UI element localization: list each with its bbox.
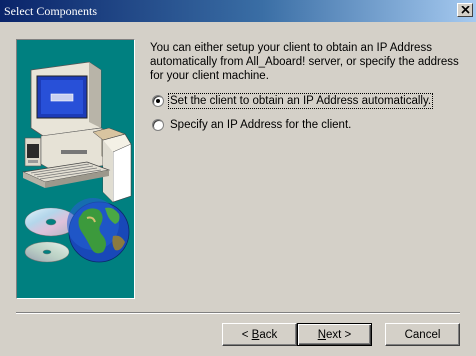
footer-separator [16,312,460,314]
next-button[interactable]: Next > [297,323,372,346]
radio-automatic[interactable] [152,95,164,107]
close-button[interactable] [457,3,473,17]
instruction-text: You can either setup your client to obta… [150,42,459,82]
next-mnemonic: N [317,328,327,341]
window-title: Select Components [4,4,97,18]
computer-globe-illustration [21,61,132,263]
globe-icon [67,198,130,263]
option-specify[interactable]: Specify an IP Address for the client. [152,117,352,133]
select-components-dialog: Select Components You can either setup y… [0,0,476,356]
cancel-button[interactable]: Cancel [385,323,460,346]
wizard-illustration-panel [16,39,135,299]
next-rest: ext > [326,328,352,341]
close-icon [461,6,470,14]
radio-selected-dot [156,99,160,103]
radio-specify[interactable] [152,119,164,131]
back-prefix: < [241,328,252,341]
option-automatic-label[interactable]: Set the client to obtain an IP Address a… [167,93,434,109]
option-automatic[interactable]: Set the client to obtain an IP Address a… [152,93,434,109]
title-bar[interactable]: Select Components [0,0,476,22]
back-rest: ack [259,328,278,341]
back-button[interactable]: < Back [222,323,297,346]
back-mnemonic: B [251,328,260,341]
cd-drive-icon [24,137,42,167]
option-specify-label[interactable]: Specify an IP Address for the client. [169,118,352,132]
